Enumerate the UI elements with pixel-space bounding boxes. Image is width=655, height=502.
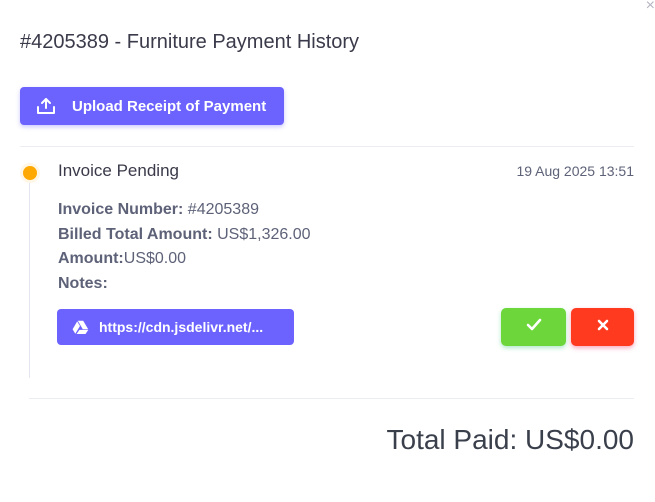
close-modal-button[interactable]: × <box>637 0 655 14</box>
divider <box>29 398 634 399</box>
pending-status-dot <box>23 166 37 180</box>
close-icon <box>597 318 609 336</box>
check-icon <box>526 318 542 336</box>
billed-total-row: Billed Total Amount: US$1,326.00 <box>58 226 311 244</box>
payment-history-modal: × #4205389 - Furniture Payment History U… <box>0 0 655 502</box>
amount-label: Amount: <box>58 250 124 267</box>
invoice-number-row: Invoice Number: #4205389 <box>58 201 259 219</box>
receipt-file-link[interactable]: https://cdn.jsdelivr.net/... <box>57 309 294 345</box>
upload-receipt-label: Upload Receipt of Payment <box>72 97 267 115</box>
approve-button[interactable] <box>501 308 566 346</box>
notes-row: Notes: <box>58 275 108 293</box>
invoice-number-label: Invoice Number: <box>58 201 184 218</box>
billed-total-value: US$1,326.00 <box>212 226 311 243</box>
invoice-number-value: #4205389 <box>183 201 259 218</box>
amount-row: Amount:US$0.00 <box>58 250 186 268</box>
amount-value: US$0.00 <box>123 250 187 267</box>
timeline-line <box>29 182 30 378</box>
upload-icon <box>36 96 56 116</box>
divider <box>20 146 634 147</box>
upload-receipt-button[interactable]: Upload Receipt of Payment <box>20 87 284 125</box>
notes-label: Notes: <box>58 275 108 292</box>
modal-title: #4205389 - Furniture Payment History <box>20 31 360 53</box>
billed-total-label: Billed Total Amount: <box>58 226 213 243</box>
receipt-file-link-label: https://cdn.jsdelivr.net/... <box>99 319 264 335</box>
timeline-status-title: Invoice Pending <box>58 161 179 180</box>
google-drive-icon <box>72 319 90 335</box>
total-paid: Total Paid: US$0.00 <box>386 424 635 455</box>
reject-button[interactable] <box>571 308 634 346</box>
timeline-timestamp: 19 Aug 2025 13:51 <box>516 163 634 179</box>
